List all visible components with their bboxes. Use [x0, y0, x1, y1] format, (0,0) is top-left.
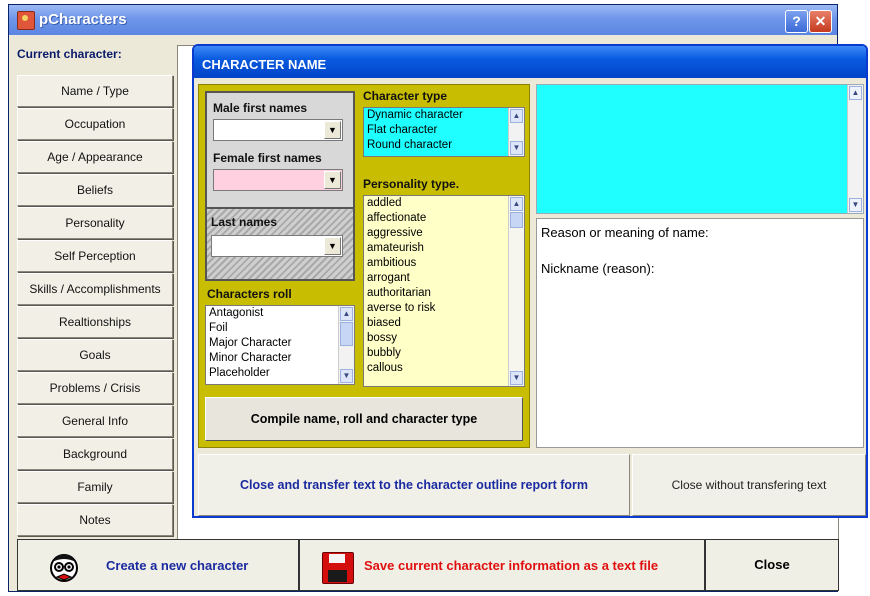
scroll-up-icon[interactable]: ▲ — [510, 109, 523, 123]
chevron-down-icon[interactable]: ▼ — [324, 121, 341, 139]
nav-skills-button[interactable]: Skills / Accomplishments — [17, 273, 173, 305]
name-notes-textarea[interactable]: Reason or meaning of name: Nickname (rea… — [536, 218, 864, 448]
nav-age-appearance-button[interactable]: Age / Appearance — [17, 141, 173, 173]
list-item[interactable]: addled — [364, 196, 524, 211]
personality-type-list[interactable]: addled affectionate aggressive amateuris… — [363, 195, 525, 387]
list-item[interactable]: bubbly — [364, 346, 524, 361]
current-character-label: Current character: — [17, 47, 122, 61]
list-item[interactable]: ambitious — [364, 256, 524, 271]
main-titlebar[interactable]: pCharacters ? ✕ — [9, 5, 837, 35]
nickname-label: Nickname (reason): — [541, 261, 655, 276]
female-first-names-combo[interactable]: ▼ — [213, 169, 343, 191]
close-button[interactable]: Close — [705, 539, 839, 591]
nav-problems-button[interactable]: Problems / Crisis — [17, 372, 173, 404]
character-type-label: Character type — [363, 89, 448, 103]
close-without-transfer-button[interactable]: Close without transfering text — [632, 454, 866, 516]
scroll-down-icon[interactable]: ▼ — [340, 369, 353, 383]
scroll-up-icon[interactable]: ▲ — [510, 197, 523, 211]
scroll-up-icon[interactable]: ▲ — [340, 307, 353, 321]
app-icon — [17, 11, 35, 30]
help-button[interactable]: ? — [785, 10, 808, 33]
scroll-down-icon[interactable]: ▼ — [849, 198, 862, 212]
bottom-bar: Create a new character Save current char… — [17, 539, 839, 591]
nav-relationships-button[interactable]: Realtionships — [17, 306, 173, 338]
list-item[interactable]: averse to risk — [364, 301, 524, 316]
chevron-down-icon[interactable]: ▼ — [324, 171, 341, 189]
character-face-icon — [50, 554, 78, 582]
scrollbar[interactable]: ▲ ▼ — [508, 196, 524, 386]
save-as-text-button[interactable]: Save current character information as a … — [299, 539, 705, 591]
nav-background-button[interactable]: Background — [17, 438, 173, 470]
dialog-titlebar[interactable]: CHARACTER NAME — [194, 46, 866, 78]
save-as-text-label: Save current character information as a … — [364, 558, 659, 573]
nav-beliefs-button[interactable]: Beliefs — [17, 174, 173, 206]
list-item[interactable]: authoritarian — [364, 286, 524, 301]
list-item[interactable]: bossy — [364, 331, 524, 346]
character-type-list[interactable]: Dynamic character Flat character Round c… — [363, 107, 525, 157]
last-names-label: Last names — [211, 215, 278, 229]
male-first-names-label: Male first names — [213, 101, 308, 115]
scroll-thumb[interactable] — [340, 322, 353, 346]
list-item[interactable]: Foil — [206, 321, 354, 336]
male-first-names-combo[interactable]: ▼ — [213, 119, 343, 141]
list-item[interactable]: arrogant — [364, 271, 524, 286]
nav-goals-button[interactable]: Goals — [17, 339, 173, 371]
character-name-dialog: CHARACTER NAME Male first names ▼ Female… — [192, 44, 868, 518]
scroll-thumb[interactable] — [510, 212, 523, 228]
window-title: pCharacters — [39, 11, 127, 28]
scrollbar[interactable]: ▲ ▼ — [508, 108, 524, 156]
list-item[interactable]: Major Character — [206, 336, 354, 351]
list-item[interactable]: Placeholder — [206, 366, 354, 381]
chevron-down-icon[interactable]: ▼ — [324, 237, 341, 255]
nav-self-perception-button[interactable]: Self Perception — [17, 240, 173, 272]
name-builder-panel: Male first names ▼ Female first names ▼ … — [198, 84, 530, 448]
nav-general-info-button[interactable]: General Info — [17, 405, 173, 437]
close-and-transfer-button[interactable]: Close and transfer text to the character… — [198, 454, 630, 516]
list-item[interactable]: Antagonist — [206, 306, 354, 321]
reason-label: Reason or meaning of name: — [541, 225, 709, 240]
window-close-button[interactable]: ✕ — [809, 10, 832, 33]
characters-roll-label: Characters roll — [207, 287, 292, 301]
list-item[interactable]: Round character — [364, 138, 524, 153]
nav-name-type-button[interactable]: Name / Type — [17, 75, 173, 107]
characters-roll-list[interactable]: Antagonist Foil Major Character Minor Ch… — [205, 305, 355, 385]
scroll-down-icon[interactable]: ▼ — [510, 371, 523, 385]
nav-notes-button[interactable]: Notes — [17, 504, 173, 536]
list-item[interactable]: affectionate — [364, 211, 524, 226]
list-item[interactable]: aggressive — [364, 226, 524, 241]
list-item[interactable]: Minor Character — [206, 351, 354, 366]
female-first-names-label: Female first names — [213, 151, 322, 165]
list-item[interactable]: amateurish — [364, 241, 524, 256]
create-character-label: Create a new character — [106, 558, 249, 573]
last-names-combo[interactable]: ▼ — [211, 235, 343, 257]
nav-personality-button[interactable]: Personality — [17, 207, 173, 239]
personality-type-label: Personality type. — [363, 177, 460, 191]
names-panel: Male first names ▼ Female first names ▼ … — [205, 91, 355, 281]
list-item[interactable]: Dynamic character — [364, 108, 524, 123]
scroll-up-icon[interactable]: ▲ — [849, 86, 862, 100]
nav-occupation-button[interactable]: Occupation — [17, 108, 173, 140]
dialog-title: CHARACTER NAME — [202, 57, 327, 72]
scrollbar[interactable]: ▲ ▼ — [338, 306, 354, 384]
floppy-disk-icon — [322, 552, 354, 584]
last-names-area: Last names ▼ — [207, 207, 353, 279]
nav-family-button[interactable]: Family — [17, 471, 173, 503]
list-item[interactable]: callous — [364, 361, 524, 376]
scroll-down-icon[interactable]: ▼ — [510, 141, 523, 155]
list-item[interactable]: biased — [364, 316, 524, 331]
create-character-button[interactable]: Create a new character — [17, 539, 299, 591]
compiled-name-textarea[interactable]: ▲ ▼ — [536, 84, 864, 214]
compile-button[interactable]: Compile name, roll and character type — [205, 397, 523, 441]
scrollbar[interactable]: ▲ ▼ — [847, 85, 863, 213]
list-item[interactable]: Flat character — [364, 123, 524, 138]
